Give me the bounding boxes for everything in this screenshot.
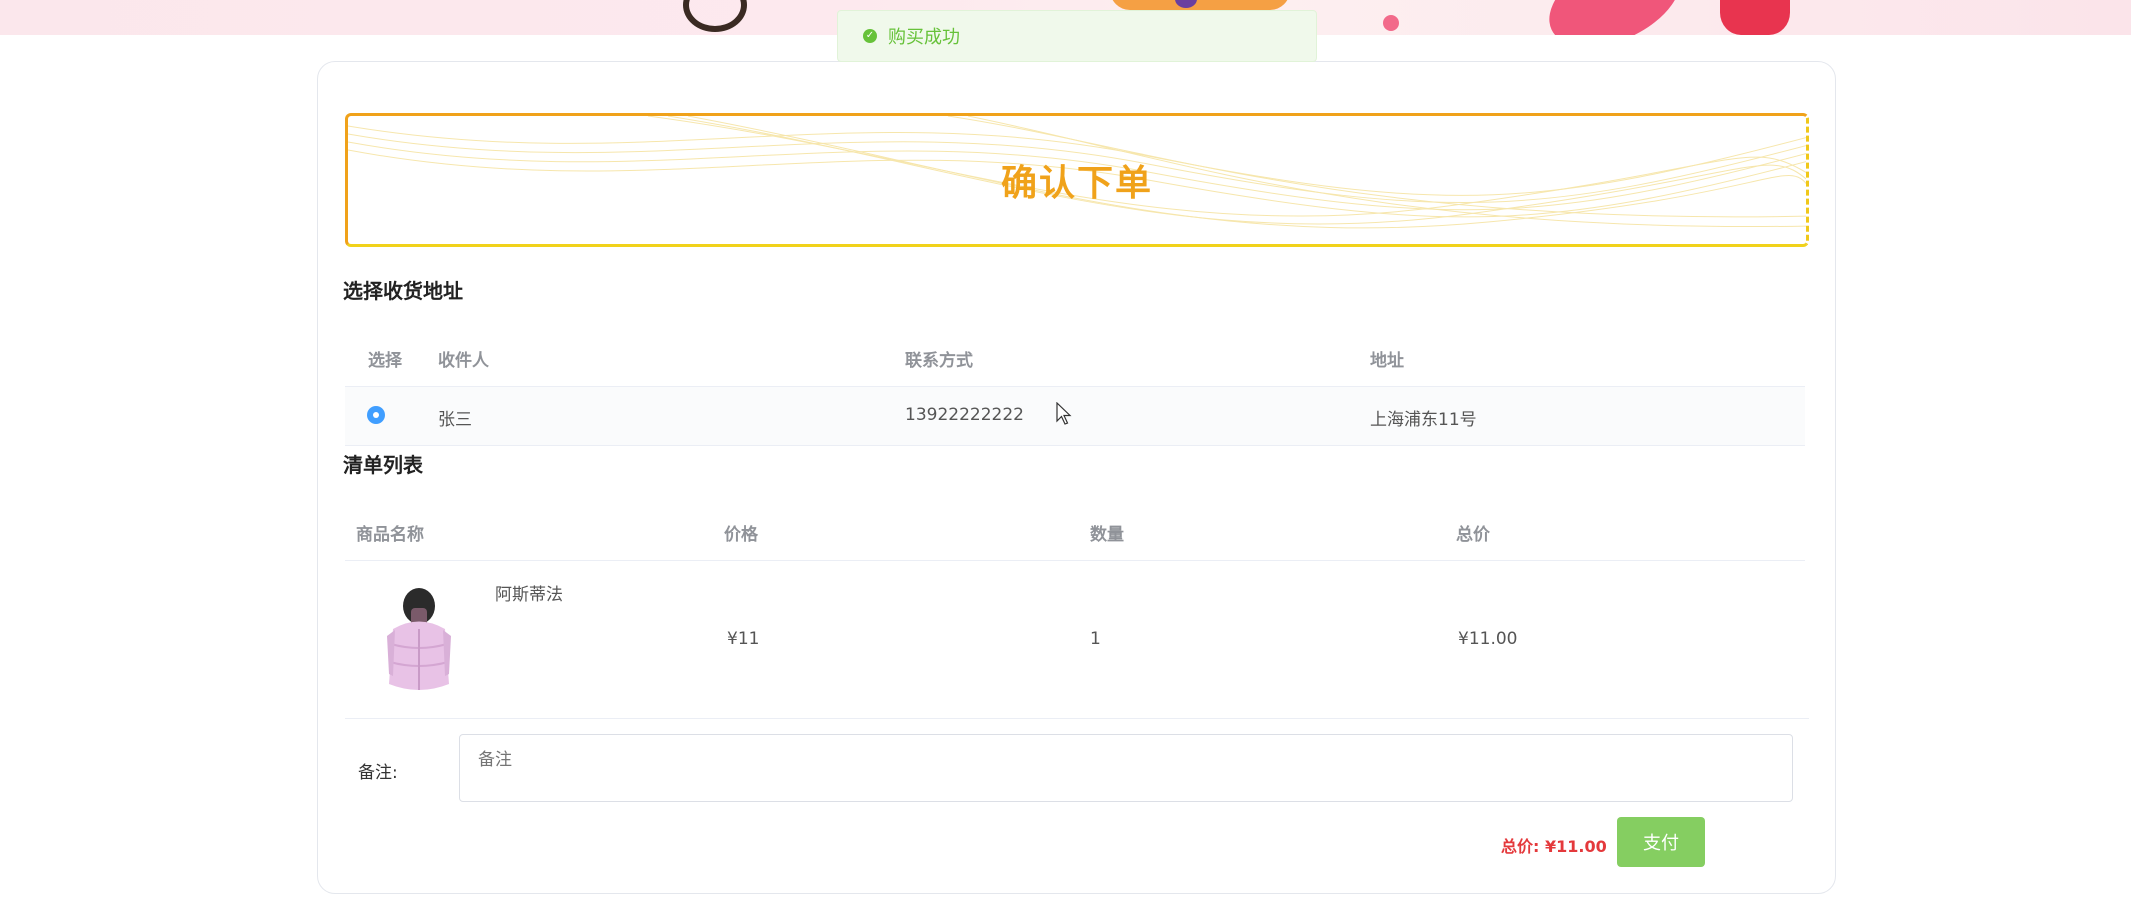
table-divider [345,718,1809,719]
note-input[interactable] [459,734,1793,802]
banner-decoration [1720,0,1790,35]
address-radio[interactable] [367,406,385,424]
column-header-phone: 联系方式 [905,351,973,371]
column-header-address: 地址 [1370,351,1404,371]
address-section-title: 选择收货地址 [343,279,463,303]
banner-decoration [1383,15,1399,31]
page-title: 确认下单 [1000,163,1153,204]
column-header-total: 总价 [1456,525,1490,545]
banner-decoration [1534,0,1696,35]
note-label: 备注: [358,763,398,783]
table-row[interactable] [345,387,1805,445]
banner-decoration [1110,0,1290,10]
product-name[interactable]: 阿斯蒂法 [495,580,563,605]
column-header-price: 价格 [724,525,758,545]
column-header-recipient: 收件人 [438,351,489,371]
product-total: ¥11.00 [1458,629,1518,649]
table-divider [345,560,1805,561]
column-header-product: 商品名称 [356,525,424,545]
success-toast: ✓ 购买成功 [837,10,1317,62]
column-header-quantity: 数量 [1090,525,1124,545]
pink-puffer-vest-image [387,588,451,690]
product-quantity: 1 [1090,629,1101,649]
recipient-phone: 13922222222 [905,405,1024,425]
toast-message: 购买成功 [888,27,960,48]
recipient-name: 张三 [438,410,472,430]
column-header-select: 选择 [368,351,402,371]
recipient-address: 上海浦东11号 [1370,410,1477,430]
table-divider [345,445,1805,446]
order-section-title: 清单列表 [343,453,423,477]
banner-decoration [683,0,747,32]
check-circle-icon: ✓ [863,29,877,43]
product-price: ¥11 [727,629,760,649]
page-title-banner: 确认下单 [345,113,1809,247]
mouse-cursor-icon [1056,402,1072,425]
pay-button[interactable]: 支付 [1617,817,1705,867]
order-total: 总价: ¥11.00 [1501,837,1607,856]
